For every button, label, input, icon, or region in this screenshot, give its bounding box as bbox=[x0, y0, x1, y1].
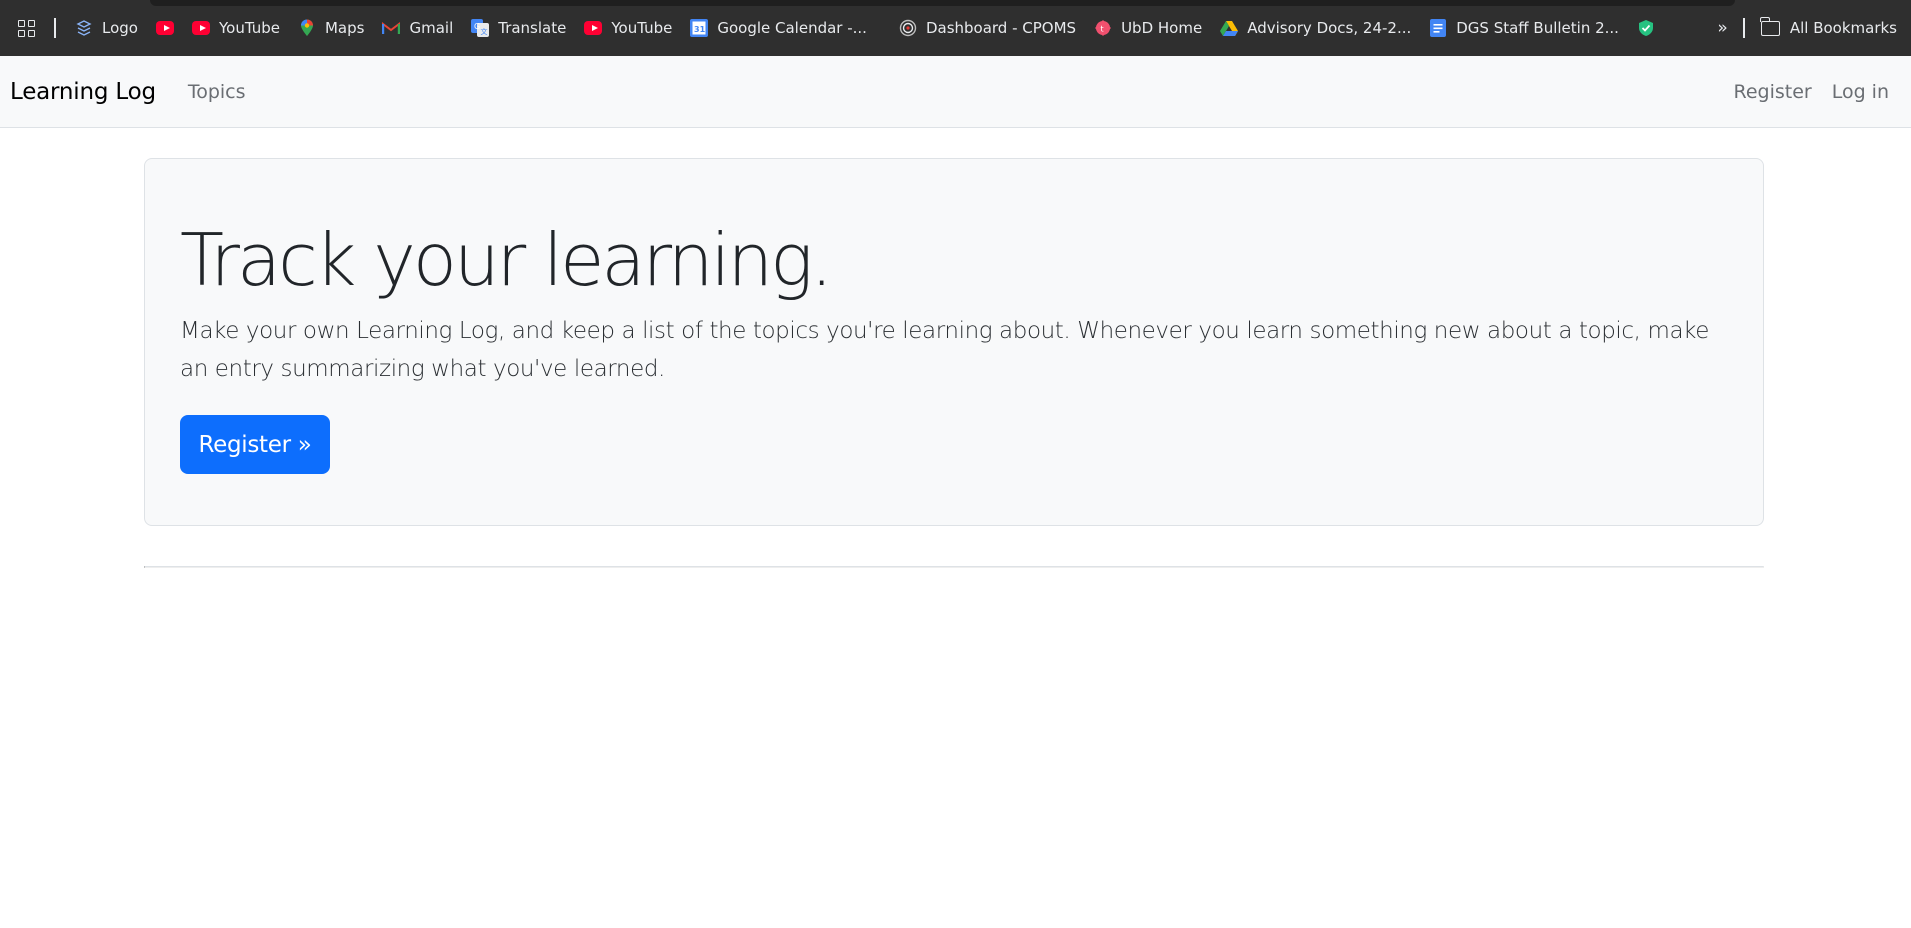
svg-text:t: t bbox=[1101, 25, 1104, 34]
content-divider bbox=[144, 566, 1764, 568]
shield-check-icon bbox=[1637, 19, 1655, 37]
bookmarks-bar: Logo YouTube Maps Gmail G文 Translate You… bbox=[0, 0, 1911, 56]
bookmarks-separator bbox=[1742, 18, 1745, 38]
bookmark-ubd-home[interactable]: t UbD Home bbox=[1085, 12, 1211, 44]
bookmark-label: DGS Staff Bulletin 2... bbox=[1456, 19, 1619, 37]
bookmark-label: YouTube bbox=[611, 19, 673, 37]
bookmark-youtube[interactable]: YouTube bbox=[183, 12, 289, 44]
bookmark-dashboard-cpoms[interactable]: Dashboard - CPOMS bbox=[890, 12, 1085, 44]
bookmark-dgs-staff-bulletin[interactable]: DGS Staff Bulletin 2... bbox=[1420, 12, 1628, 44]
nav-link-register[interactable]: Register bbox=[1733, 81, 1811, 103]
bookmark-translate[interactable]: G文 Translate bbox=[462, 12, 575, 44]
cpoms-icon bbox=[899, 19, 917, 37]
google-translate-icon: G文 bbox=[471, 19, 490, 37]
bookmarks-separator bbox=[54, 18, 56, 38]
brand-link[interactable]: Learning Log bbox=[10, 79, 156, 105]
hero-title: Track your learning. bbox=[180, 218, 833, 302]
bookmark-label: UbD Home bbox=[1121, 19, 1203, 37]
google-calendar-icon: 31 bbox=[690, 19, 709, 37]
bookmark-label: Dashboard - CPOMS bbox=[925, 19, 1077, 37]
gmail-icon bbox=[382, 19, 401, 37]
bookmark-label: Translate bbox=[498, 19, 567, 37]
bookmark-maps[interactable]: Maps bbox=[289, 12, 373, 44]
all-bookmarks-label: All Bookmarks bbox=[1789, 19, 1897, 37]
youtube-icon bbox=[191, 19, 210, 37]
bookmark-label: Logo bbox=[102, 19, 138, 37]
youtube-icon bbox=[584, 19, 603, 37]
bookmark-label: Google Calendar -... bbox=[717, 19, 867, 37]
hero-lead: Make your own Learning Log, and keep a l… bbox=[180, 318, 1710, 383]
bookmark-shield[interactable] bbox=[1628, 12, 1664, 44]
bookmark-gmail[interactable]: Gmail bbox=[373, 12, 462, 44]
google-docs-icon bbox=[1429, 19, 1447, 37]
nav-right-group: Register Log in bbox=[1733, 81, 1901, 103]
ubd-icon: t bbox=[1094, 19, 1112, 37]
bookmark-label: YouTube bbox=[218, 19, 280, 37]
bookmark-label: Maps bbox=[324, 19, 365, 37]
nav-link-log-in[interactable]: Log in bbox=[1832, 81, 1889, 103]
bookmark-label: Advisory Docs, 24-2... bbox=[1247, 19, 1412, 37]
register-button[interactable]: Register » bbox=[180, 415, 330, 475]
bookmark-google-calendar[interactable]: 31 Google Calendar -... bbox=[681, 12, 876, 44]
svg-text:文: 文 bbox=[481, 27, 488, 36]
all-bookmarks-button[interactable]: All Bookmarks bbox=[1753, 12, 1911, 44]
stack-logo-icon bbox=[75, 19, 93, 37]
svg-text:G: G bbox=[474, 22, 480, 31]
nav-link-topics[interactable]: Topics bbox=[188, 81, 246, 103]
bookmark-youtube[interactable]: YouTube bbox=[575, 12, 681, 44]
bookmark-advisory-docs[interactable]: Advisory Docs, 24-2... bbox=[1211, 12, 1420, 44]
bookmark-logo[interactable]: Logo bbox=[66, 12, 147, 44]
google-drive-icon bbox=[1220, 19, 1239, 37]
youtube-icon bbox=[155, 19, 174, 37]
bookmark-youtube[interactable] bbox=[147, 12, 183, 44]
folder-icon bbox=[1760, 16, 1780, 36]
apps-grid-icon[interactable] bbox=[0, 0, 52, 56]
hero-card: Track your learning. Make your own Learn… bbox=[144, 158, 1764, 526]
navbar: Learning Log Topics Register Log in bbox=[0, 56, 1911, 128]
google-maps-icon bbox=[298, 19, 316, 37]
bookmark-label: Gmail bbox=[409, 19, 454, 37]
chevron-overflow-icon[interactable]: » bbox=[1707, 18, 1734, 38]
svg-text:31: 31 bbox=[694, 25, 706, 34]
